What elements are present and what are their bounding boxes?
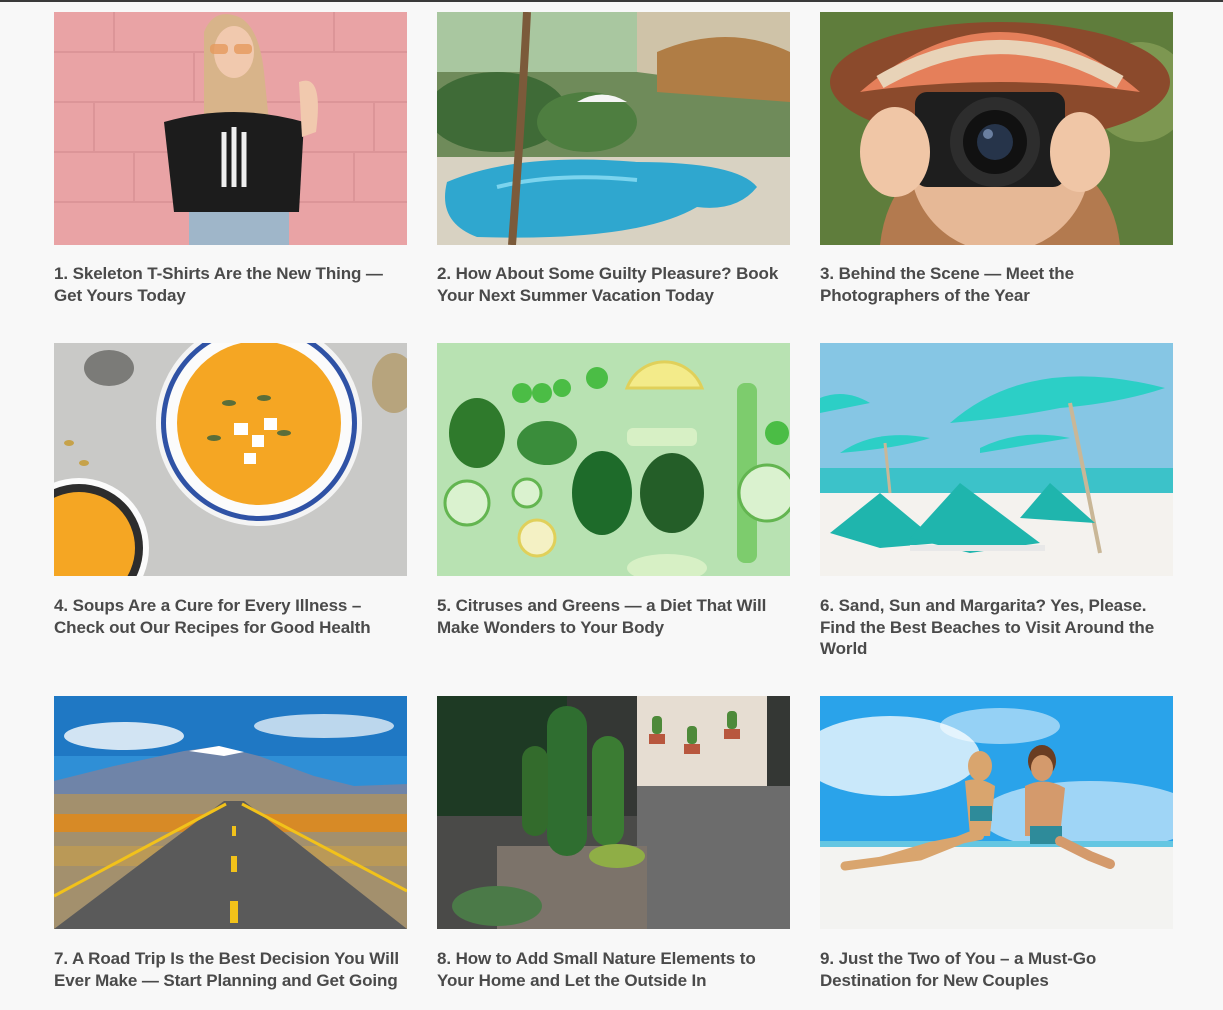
woman-skeleton-tshirt-image xyxy=(54,12,407,245)
post-title-link[interactable]: 1. Skeleton T-Shirts Are the New Thing —… xyxy=(54,263,407,306)
post-thumbnail[interactable] xyxy=(437,343,790,576)
post-title-link[interactable]: 3. Behind the Scene — Meet the Photograp… xyxy=(820,263,1173,306)
post-title-link[interactable]: 6. Sand, Sun and Margarita? Yes, Please.… xyxy=(820,595,1173,660)
cactus-decor-image xyxy=(437,696,790,929)
desert-road-image xyxy=(54,696,407,929)
post-thumbnail[interactable] xyxy=(54,696,407,929)
beach-umbrellas-image xyxy=(820,343,1173,576)
post-thumbnail[interactable] xyxy=(437,12,790,245)
post-thumbnail[interactable] xyxy=(54,12,407,245)
post-title-link[interactable]: 4. Soups Are a Cure for Every Illness – … xyxy=(54,595,407,638)
post-thumbnail[interactable] xyxy=(437,696,790,929)
post-title-link[interactable]: 7. A Road Trip Is the Best Decision You … xyxy=(54,948,407,991)
top-border xyxy=(0,0,1223,2)
post-thumbnail[interactable] xyxy=(820,12,1173,245)
post-thumbnail[interactable] xyxy=(820,696,1173,929)
greens-citrus-image xyxy=(437,343,790,576)
resort-pool-image xyxy=(437,12,790,245)
post-thumbnail[interactable] xyxy=(820,343,1173,576)
post-thumbnail[interactable] xyxy=(54,343,407,576)
photographer-camera-image xyxy=(820,12,1173,245)
pumpkin-soup-image xyxy=(54,343,407,576)
post-title-link[interactable]: 8. How to Add Small Nature Elements to Y… xyxy=(437,948,790,991)
post-title-link[interactable]: 9. Just the Two of You – a Must-Go Desti… xyxy=(820,948,1173,991)
post-title-link[interactable]: 2. How About Some Guilty Pleasure? Book … xyxy=(437,263,790,306)
post-title-link[interactable]: 5. Citruses and Greens — a Diet That Wil… xyxy=(437,595,790,638)
couple-beach-image xyxy=(820,696,1173,929)
